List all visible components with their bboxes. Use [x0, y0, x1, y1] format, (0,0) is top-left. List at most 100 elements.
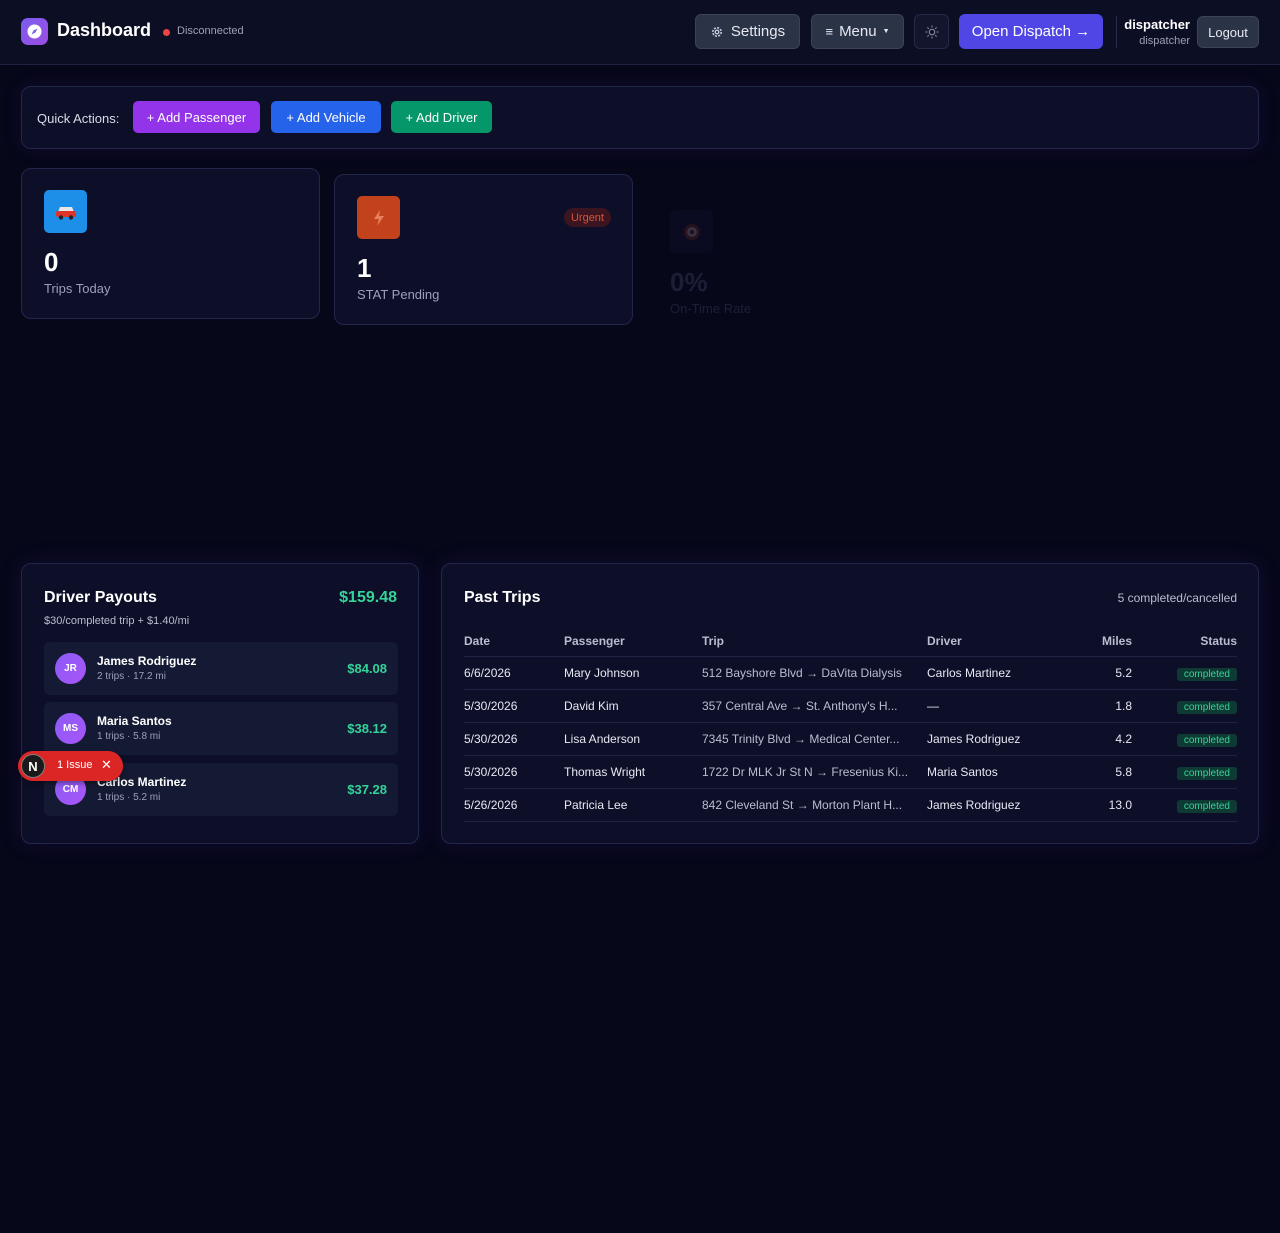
- payout-amount: $37.28: [347, 782, 387, 797]
- trip-date: 5/30/2026: [464, 765, 518, 779]
- status-badge: completed: [1176, 767, 1237, 780]
- driver-payouts-panel: Driver Payouts $159.48 $30/completed tri…: [21, 563, 419, 844]
- issue-logo: N: [21, 754, 45, 778]
- status-badge: completed: [1176, 734, 1237, 747]
- add-vehicle-button[interactable]: + Add Vehicle: [271, 101, 381, 133]
- stat-value: 1: [357, 253, 372, 283]
- settings-label: Settings: [730, 23, 786, 40]
- table-row[interactable]: 5/30/2026 David Kim 357 Central Ave → St…: [464, 690, 1237, 723]
- trip-status: completed: [1147, 699, 1237, 714]
- add-passenger-button[interactable]: + Add Passenger: [133, 101, 260, 133]
- trip-miles: 5.8: [1115, 765, 1132, 779]
- compass-icon: [27, 24, 42, 39]
- table-row[interactable]: 5/30/2026 Lisa Anderson 7345 Trinity Blv…: [464, 723, 1237, 756]
- column-header-trip[interactable]: Trip: [702, 634, 918, 648]
- panel-title: Past Trips: [464, 589, 541, 606]
- driver-meta: 1 trips · 5.2 mi: [97, 792, 161, 803]
- table-row[interactable]: 6/6/2026 Mary Johnson 512 Bayshore Blvd …: [464, 657, 1237, 690]
- trip-driver: Maria Santos: [927, 765, 998, 779]
- app-title: Dashboard: [57, 20, 152, 40]
- payout-row[interactable]: JR James Rodriguez 2 trips · 17.2 mi $84…: [44, 642, 398, 695]
- trip-miles: 1.8: [1115, 699, 1132, 713]
- panel-title: Driver Payouts: [44, 589, 157, 606]
- trips-count: 5 completed/cancelled: [1117, 591, 1237, 605]
- user-name: dispatcher: [1124, 17, 1190, 32]
- trip-date: 5/26/2026: [464, 798, 518, 812]
- stat-value: 0: [44, 247, 59, 277]
- trip-date: 5/30/2026: [464, 699, 518, 713]
- column-header-passenger[interactable]: Passenger: [564, 634, 694, 648]
- table-row[interactable]: 5/30/2026 Thomas Wright 1722 Dr MLK Jr S…: [464, 756, 1237, 789]
- trip-passenger: Thomas Wright: [564, 765, 646, 779]
- trip-miles: 13.0: [1108, 798, 1132, 812]
- payout-total: $159.48: [339, 589, 397, 606]
- urgent-badge: Urgent: [563, 208, 611, 227]
- trip-route: 357 Central Ave → St. Anthony's H...: [702, 699, 898, 713]
- menu-button[interactable]: ≡ Menu ▼: [811, 14, 904, 49]
- driver-meta: 1 trips · 5.8 mi: [97, 731, 161, 742]
- lightning-icon: [357, 196, 400, 239]
- payout-row[interactable]: MS Maria Santos 1 trips · 5.8 mi $38.12: [44, 702, 398, 755]
- payout-rate: $30/completed trip + $1.40/mi: [44, 615, 190, 627]
- menu-label: Menu: [839, 23, 877, 40]
- theme-toggle-button[interactable]: [914, 14, 949, 49]
- top-header: Dashboard Disconnected Settings ≡ Menu ▼…: [0, 0, 1280, 65]
- trip-status: completed: [1147, 666, 1237, 681]
- header-divider: [1116, 16, 1117, 48]
- trip-route: 512 Bayshore Blvd → DaVita Dialysis: [702, 666, 902, 680]
- trip-passenger: David Kim: [564, 699, 619, 713]
- user-role: dispatcher: [1139, 35, 1190, 47]
- trip-passenger: Patricia Lee: [564, 798, 628, 812]
- quick-actions-label: Quick Actions:: [37, 111, 120, 126]
- quick-actions-bar: Quick Actions: + Add Passenger + Add Veh…: [21, 86, 1259, 149]
- trip-driver: James Rodriguez: [927, 798, 1021, 812]
- hamburger-icon: ≡: [825, 24, 834, 39]
- trip-driver: James Rodriguez: [927, 732, 1021, 746]
- column-header-date[interactable]: Date: [464, 634, 559, 648]
- trip-route: 1722 Dr MLK Jr St N → Fresenius Ki...: [702, 765, 909, 779]
- logout-button[interactable]: Logout: [1197, 16, 1259, 48]
- status-badge: completed: [1176, 701, 1237, 714]
- connection-status: Disconnected: [177, 25, 244, 37]
- stat-label: STAT Pending: [357, 287, 440, 302]
- trip-date: 6/6/2026: [464, 666, 511, 680]
- stat-card-trips-today: 0 Trips Today: [21, 168, 320, 319]
- trip-status: completed: [1147, 732, 1237, 747]
- stat-card-stat-pending: Urgent 1 STAT Pending: [334, 174, 633, 325]
- trip-date: 5/30/2026: [464, 732, 518, 746]
- status-badge: completed: [1176, 800, 1237, 813]
- open-dispatch-button[interactable]: Open Dispatch →: [959, 14, 1103, 49]
- trip-route: 7345 Trinity Blvd → Medical Center...: [702, 732, 900, 746]
- trip-route: 842 Cleveland St → Morton Plant H...: [702, 798, 903, 812]
- column-header-miles[interactable]: Miles: [1072, 634, 1132, 648]
- caret-down-icon: ▼: [882, 28, 890, 35]
- trip-status: completed: [1147, 798, 1237, 813]
- app-logo[interactable]: [21, 18, 48, 45]
- car-icon: [44, 190, 87, 233]
- driver-name: James Rodriguez: [97, 654, 197, 668]
- table-row[interactable]: 5/26/2026 Patricia Lee 842 Cleveland St …: [464, 789, 1237, 822]
- stat-label: Trips Today: [44, 281, 111, 296]
- target-icon: [670, 210, 713, 253]
- past-trips-panel: Past Trips 5 completed/cancelled Date Pa…: [441, 563, 1259, 844]
- sun-icon: [925, 25, 938, 38]
- add-driver-button[interactable]: + Add Driver: [391, 101, 492, 133]
- driver-meta: 2 trips · 17.2 mi: [97, 671, 166, 682]
- trip-driver: —: [927, 699, 939, 713]
- stat-card-on-time-rate: 0% On-Time Rate: [647, 188, 946, 339]
- column-header-driver[interactable]: Driver: [927, 634, 1067, 648]
- issues-badge[interactable]: N 1 Issue ✕: [18, 751, 123, 781]
- column-header-status[interactable]: Status: [1147, 634, 1237, 648]
- close-icon[interactable]: ✕: [101, 757, 112, 773]
- gear-icon: [711, 26, 722, 37]
- avatar: JR: [55, 653, 86, 684]
- avatar: MS: [55, 713, 86, 744]
- settings-button[interactable]: Settings: [695, 14, 800, 49]
- trip-passenger: Mary Johnson: [564, 666, 640, 680]
- trip-driver: Carlos Martinez: [927, 666, 1012, 680]
- payout-amount: $84.08: [347, 661, 387, 676]
- issue-count: 1 Issue: [57, 759, 93, 771]
- trip-miles: 5.2: [1115, 666, 1132, 680]
- trip-passenger: Lisa Anderson: [564, 732, 641, 746]
- status-badge: completed: [1176, 668, 1237, 681]
